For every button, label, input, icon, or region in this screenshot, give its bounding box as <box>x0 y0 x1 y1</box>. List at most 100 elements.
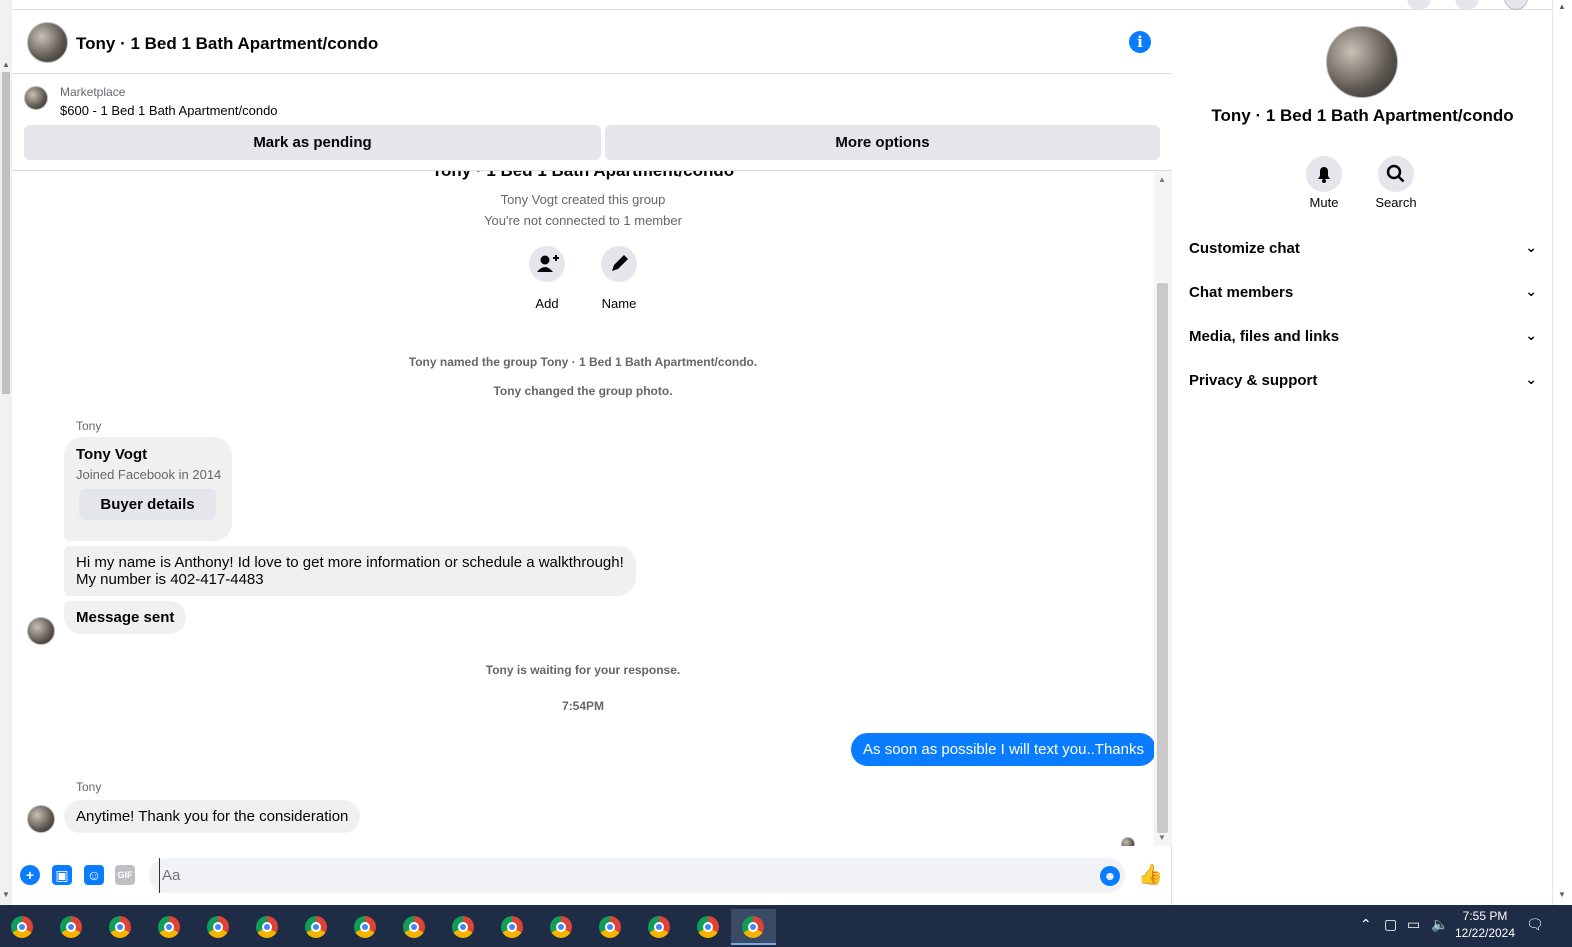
meet-now-icon[interactable]: ▢ <box>1384 916 1397 933</box>
customize-chat-section[interactable]: Customize chat ⌄ <box>1189 232 1537 268</box>
volume-icon[interactable]: 🔈 <box>1431 916 1448 933</box>
message-line: My number is 402-417-4483 <box>76 571 264 588</box>
waiting-notice: Tony is waiting for your response. <box>485 663 681 677</box>
taskbar: ⌃ ▢ ▭ 🔈 7:55 PM 12/22/2024 🗨 <box>0 905 1572 947</box>
emoji-icon[interactable]: ☻ <box>1100 866 1120 886</box>
message-input-wrap[interactable]: ☻ <box>149 858 1125 893</box>
thumbs-up-icon[interactable]: 👍 <box>1138 862 1163 887</box>
group-photo[interactable] <box>1326 26 1398 98</box>
profile-avatar[interactable] <box>1504 0 1528 10</box>
gif-icon[interactable]: GIF <box>115 865 135 885</box>
taskbar-chrome-app[interactable] <box>0 909 45 945</box>
page-scrollbar[interactable]: ▲ ▼ <box>0 0 12 905</box>
chevron-down-icon: ⌄ <box>1525 327 1537 343</box>
scroll-down-arrow-icon[interactable]: ▼ <box>2 890 10 899</box>
message-bubble[interactable]: Message sent <box>64 601 187 634</box>
chevron-down-icon: ⌄ <box>1525 239 1537 255</box>
more-options-button[interactable]: More options <box>605 125 1160 160</box>
message-bubble[interactable]: Anytime! Thank you for the consideration <box>64 800 361 833</box>
taskbar-chrome-app[interactable] <box>441 909 486 945</box>
chrome-icon <box>452 916 474 938</box>
taskbar-chrome-app[interactable] <box>588 909 633 945</box>
event-photo: Tony changed the group photo. <box>493 384 673 398</box>
taskbar-chrome-app[interactable] <box>98 909 143 945</box>
network-icon[interactable]: ▭ <box>1407 916 1420 933</box>
taskbar-chrome-app[interactable] <box>392 909 437 945</box>
search-icon <box>1386 164 1405 183</box>
chat-title[interactable]: Tony · 1 Bed 1 Bath Apartment/condo <box>76 34 378 54</box>
taskbar-chrome-app[interactable] <box>343 909 388 945</box>
taskbar-chrome-app[interactable] <box>539 909 584 945</box>
outgoing-message-bubble[interactable]: As soon as possible I will text you..Tha… <box>851 733 1154 766</box>
mute-button[interactable] <box>1306 156 1342 192</box>
privacy-support-section[interactable]: Privacy & support ⌄ <box>1189 364 1537 400</box>
side-scroll-down-icon[interactable]: ▼ <box>1558 890 1566 899</box>
add-person-icon <box>537 255 559 272</box>
notifications-icon[interactable] <box>1455 0 1479 10</box>
not-connected-notice: You're not connected to 1 member <box>484 213 682 228</box>
message-scroll-thumb[interactable] <box>1157 283 1168 833</box>
photo-icon[interactable]: ▣ <box>52 865 72 885</box>
taskbar-chrome-app[interactable] <box>686 909 731 945</box>
composer: + ▣ ☺ GIF ☻ 👍 <box>12 855 1172 895</box>
name-group-button[interactable] <box>601 246 637 282</box>
taskbar-chrome-app[interactable] <box>637 909 682 945</box>
taskbar-chrome-app[interactable] <box>294 909 339 945</box>
listing-title[interactable]: $600 - 1 Bed 1 Bath Apartment/condo <box>60 103 278 118</box>
clock-date: 12/22/2024 <box>1454 926 1516 940</box>
mark-as-pending-button[interactable]: Mark as pending <box>24 125 601 160</box>
plus-icon[interactable]: + <box>20 865 40 885</box>
message-input[interactable] <box>159 858 1079 893</box>
taskbar-chrome-app[interactable] <box>147 909 192 945</box>
chrome-icon <box>60 916 82 938</box>
buyer-joined: Joined Facebook in 2014 <box>76 467 222 482</box>
page-scroll-thumb[interactable] <box>2 72 10 394</box>
side-scroll-up-icon[interactable]: ▲ <box>1558 2 1566 11</box>
taskbar-chrome-app-active[interactable] <box>731 909 776 945</box>
sticker-icon[interactable]: ☺ <box>84 865 104 885</box>
sender-avatar[interactable] <box>27 805 55 833</box>
timestamp: 7:54PM <box>561 699 605 713</box>
group-title-cut: Tony · 1 Bed 1 Bath Apartment/condo <box>12 171 1154 181</box>
chrome-icon <box>354 916 376 938</box>
listing-thumbnail[interactable] <box>24 86 48 110</box>
chrome-icon <box>11 916 33 938</box>
message-bubble[interactable]: Hi my name is Anthony! Id love to get mo… <box>64 546 636 596</box>
scroll-down-arrow-icon[interactable]: ▼ <box>1158 833 1166 842</box>
side-scrollbar[interactable]: ▲ ▼ <box>1552 0 1572 905</box>
taskbar-chrome-app[interactable] <box>49 909 94 945</box>
media-files-links-section[interactable]: Media, files and links ⌄ <box>1189 320 1537 356</box>
message-scrollbar[interactable]: ▲ ▼ <box>1154 171 1172 846</box>
section-label: Chat members <box>1189 284 1294 301</box>
sender-name: Tony <box>76 780 102 794</box>
seen-avatar <box>1121 837 1135 846</box>
section-label: Media, files and links <box>1189 328 1340 345</box>
message-text: Anytime! Thank you for the consideration <box>76 808 349 825</box>
taskbar-chrome-app[interactable] <box>490 909 535 945</box>
buyer-name: Tony Vogt <box>76 446 148 463</box>
section-label: Customize chat <box>1189 240 1300 257</box>
chrome-icon <box>305 916 327 938</box>
add-person-button[interactable] <box>529 246 565 282</box>
taskbar-chrome-app[interactable] <box>245 909 290 945</box>
chat-members-section[interactable]: Chat members ⌄ <box>1189 276 1537 312</box>
menu-icon[interactable] <box>1407 0 1431 10</box>
chrome-icon <box>550 916 572 938</box>
notifications-center-icon[interactable]: 🗨 <box>1526 916 1544 933</box>
bell-icon <box>1318 167 1330 183</box>
group-avatar[interactable] <box>27 22 68 63</box>
tray-expand-icon[interactable]: ⌃ <box>1360 916 1372 933</box>
sender-avatar[interactable] <box>27 617 55 645</box>
buyer-details-button[interactable]: Buyer details <box>79 489 216 520</box>
info-icon[interactable]: i <box>1129 31 1151 53</box>
scroll-up-arrow-icon[interactable]: ▲ <box>1158 175 1166 184</box>
message-line: Hi my name is Anthony! Id love to get mo… <box>76 554 624 571</box>
section-label: Privacy & support <box>1189 372 1318 389</box>
scroll-up-arrow-icon[interactable]: ▲ <box>2 60 10 69</box>
search-button[interactable] <box>1378 156 1414 192</box>
taskbar-chrome-app[interactable] <box>196 909 241 945</box>
buyer-card: Tony Vogt Joined Facebook in 2014 Buyer … <box>64 437 232 541</box>
created-notice: Tony Vogt created this group <box>500 192 666 207</box>
search-label: Search <box>1375 195 1417 210</box>
system-clock[interactable]: 7:55 PM 12/22/2024 <box>1450 908 1520 942</box>
